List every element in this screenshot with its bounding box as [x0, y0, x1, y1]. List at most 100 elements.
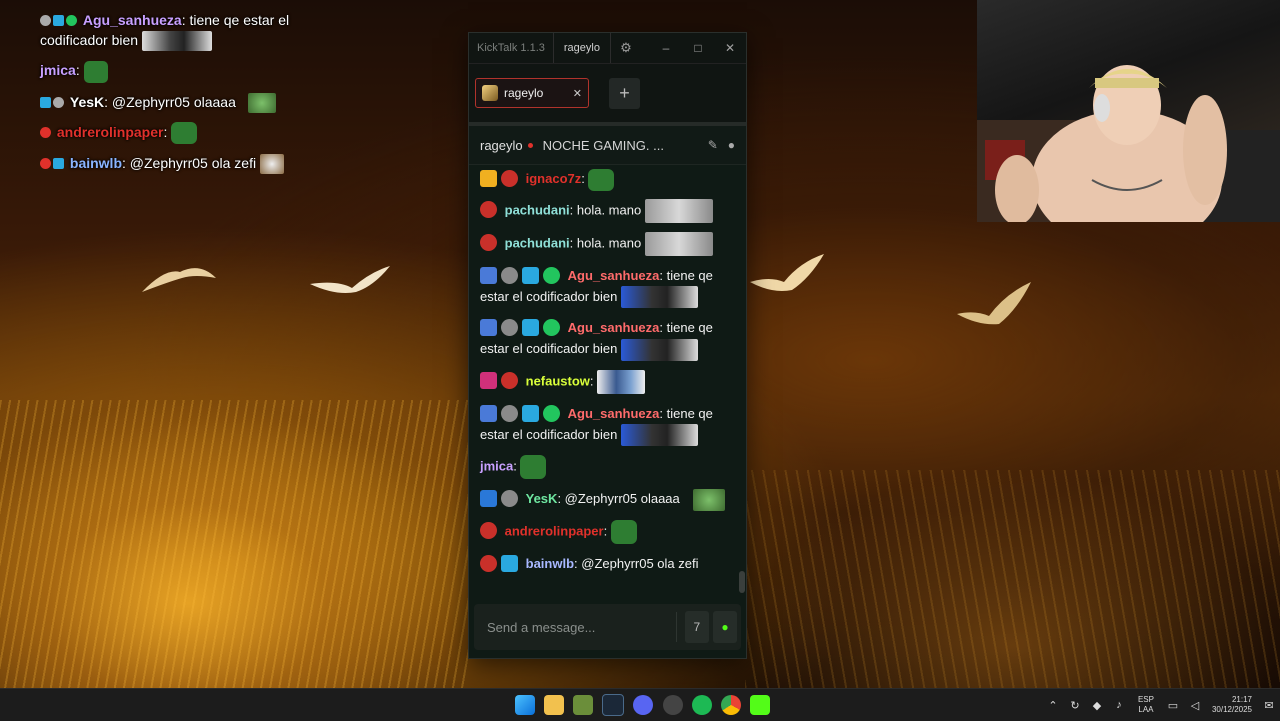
clock[interactable]: 21:17 30/12/2025	[1212, 695, 1252, 715]
maximize-button[interactable]: □	[682, 41, 714, 55]
cube-badge-icon	[522, 319, 539, 337]
titlebar-channel[interactable]: rageylo	[552, 33, 611, 63]
mod-badge-icon	[480, 319, 497, 337]
chat-username[interactable]: nefaustow	[526, 373, 590, 388]
chat-username[interactable]: pachudani	[505, 202, 570, 217]
7tv-badge-icon	[480, 372, 497, 390]
chat-message: Agu_sanhueza: tiene qe estar el codifica…	[480, 265, 735, 309]
sub-badge-icon	[501, 170, 518, 187]
cube-badge-icon	[53, 15, 64, 26]
chat-message: YesK: @Zephyrr05 olaaaa	[480, 488, 735, 511]
windows-start-icon[interactable]	[514, 695, 535, 715]
chat-message-text: @Zephyrr05 ola zefi	[581, 555, 699, 571]
avatar	[482, 85, 498, 101]
close-button[interactable]: ✕	[714, 41, 746, 55]
pin-icon[interactable]: ✎	[708, 138, 718, 152]
minecraft-icon[interactable]	[572, 695, 593, 715]
chat-message: Agu_sanhueza: tiene qe estar el codifica…	[480, 403, 735, 447]
chevron-up-icon[interactable]: ⌃	[1045, 699, 1061, 712]
live-indicator	[527, 142, 533, 148]
kick-icon[interactable]	[750, 695, 771, 715]
gift-badge-icon	[501, 404, 518, 422]
overlay-message: YesK: @Zephyrr05 olaaaa	[40, 92, 340, 113]
stream-title: NOCHE GAMING. ...	[542, 137, 664, 153]
keyboard-layout: LAA	[1138, 705, 1154, 714]
tab-rageylo[interactable]: rageylo ✕	[475, 78, 589, 108]
people-emote	[597, 369, 646, 394]
chat-messages[interactable]: ignaco7z: pachudani: hola. mano pachudan…	[469, 168, 746, 598]
kicktalk-window[interactable]: KickTalk 1.1.3 rageylo ⚙ – □ ✕ rageylo ✕…	[468, 32, 747, 659]
microphone-icon[interactable]: ♪	[1111, 699, 1127, 711]
gear-icon[interactable]: ⚙	[611, 40, 641, 56]
chat-username[interactable]: Agu_sanhueza	[568, 320, 660, 335]
chat-message: pachudani: hola. mano	[480, 231, 735, 256]
overlay-username: andrerolinpaper	[56, 123, 164, 140]
7tv-icon[interactable]: 7	[684, 611, 709, 643]
sub-badge-icon	[480, 234, 497, 251]
bird-image	[957, 282, 1031, 325]
title-bar[interactable]: KickTalk 1.1.3 rageylo ⚙ – □ ✕	[469, 33, 746, 64]
network-icon[interactable]: ▭	[1165, 699, 1181, 712]
chat-message: pachudani: hola. mano	[480, 198, 735, 223]
chat-message: bainwlb: @Zephyrr05 ola zefi	[480, 553, 735, 574]
clock-time: 21:17	[1231, 695, 1252, 704]
chat-scrollbar[interactable]	[739, 571, 745, 593]
face-emote	[620, 286, 698, 309]
overlay-username: bainwlb	[69, 155, 123, 172]
chat-username[interactable]: Agu_sanhueza	[568, 268, 660, 283]
chat-username[interactable]: YesK	[526, 491, 558, 506]
sub-badge-icon	[480, 522, 497, 540]
badge-icon	[53, 96, 64, 108]
chat-username[interactable]: jmica	[480, 459, 513, 474]
spotify-icon[interactable]	[691, 695, 712, 715]
overlay-message: andrerolinpaper:	[40, 122, 340, 145]
chat-message-text: hola. mano	[576, 202, 642, 217]
chat-username[interactable]: pachudani	[505, 235, 570, 250]
background-grass-right	[745, 470, 1280, 690]
chat-message: andrerolinpaper:	[480, 519, 735, 544]
kick-emote-icon[interactable]: ●	[712, 611, 737, 643]
obs-icon[interactable]	[662, 695, 683, 715]
webcam-feed	[977, 0, 1280, 222]
emote-thumbnail	[141, 31, 212, 52]
shield-icon[interactable]: ◆	[1089, 699, 1105, 712]
taskbar-apps	[510, 689, 775, 721]
user-icon[interactable]: ●	[728, 138, 735, 152]
mod-badge-icon	[480, 404, 497, 422]
file-explorer-icon[interactable]	[543, 695, 564, 715]
steam-icon[interactable]	[602, 694, 625, 716]
discord-icon[interactable]	[633, 695, 654, 715]
overlay-username: YesK	[69, 93, 105, 110]
language-indicator[interactable]: ESP LAA	[1138, 695, 1154, 715]
bird-image	[750, 254, 824, 291]
chat-username[interactable]: bainwlb	[526, 556, 574, 571]
7tv-badge-icon	[480, 170, 497, 187]
channel-name[interactable]: rageylo	[480, 138, 523, 153]
gift-badge-icon	[501, 319, 518, 337]
background-grass	[0, 400, 470, 690]
face-emote	[620, 338, 698, 361]
sub-badge-icon	[40, 158, 51, 170]
message-input[interactable]	[474, 604, 676, 650]
system-tray: ⌃ ↻ ◆ ♪ ESP LAA ▭ ◁ 21:17 30/12/2025 ✉	[1042, 689, 1280, 721]
chrome-icon[interactable]	[720, 695, 741, 715]
chat-username[interactable]: andrerolinpaper	[505, 523, 604, 538]
sync-icon[interactable]: ↻	[1067, 699, 1083, 712]
chat-username[interactable]: Agu_sanhueza	[568, 406, 660, 421]
pepe-emote	[520, 455, 547, 480]
chat-username[interactable]: ignaco7z	[526, 171, 582, 186]
input-divider	[676, 612, 677, 642]
notification-icon[interactable]: ✉	[1261, 699, 1277, 712]
cube-badge-icon	[501, 554, 518, 572]
volume-icon[interactable]: ◁	[1187, 699, 1203, 712]
pepe-emote	[83, 60, 108, 83]
sub-badge-icon	[480, 201, 497, 218]
minimize-button[interactable]: –	[650, 41, 682, 55]
clock-date: 30/12/2025	[1211, 705, 1252, 714]
close-icon[interactable]: ✕	[573, 87, 582, 100]
cube-badge-icon	[522, 266, 539, 284]
chat-message: ignaco7z:	[480, 168, 735, 191]
overlay-username: jmica	[40, 62, 76, 79]
add-tab-button[interactable]: +	[609, 77, 640, 109]
sub-badge-icon	[480, 554, 497, 572]
